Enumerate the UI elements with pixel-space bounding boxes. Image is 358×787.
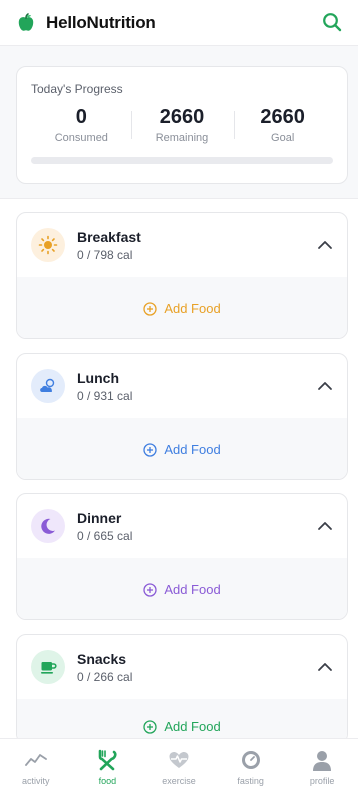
progress-stats: 0 Consumed 2660 Remaining 2660 Goal <box>31 105 333 144</box>
meal-card-lunch: Lunch 0 / 931 cal Add Food <box>16 353 348 480</box>
plus-circle-icon <box>143 719 157 734</box>
meal-calories: 0 / 798 cal <box>77 248 133 262</box>
sun-icon <box>31 228 65 262</box>
nav-food[interactable]: food <box>72 739 144 787</box>
bottom-nav: activity food exercise fasting profile <box>0 738 358 787</box>
meal-card-snacks: Snacks 0 / 266 cal Add Food <box>16 634 348 744</box>
meal-name: Breakfast <box>77 229 141 245</box>
search-icon[interactable] <box>320 10 344 34</box>
stat-goal: 2660 Goal <box>232 105 333 144</box>
meal-header[interactable]: Breakfast 0 / 798 cal <box>17 213 347 277</box>
meal-header[interactable]: Snacks 0 / 266 cal <box>17 635 347 699</box>
nav-label: activity <box>22 776 50 786</box>
utensils-icon <box>96 749 118 771</box>
nav-fasting[interactable]: fasting <box>215 739 287 787</box>
daily-progress-card: Today's Progress 0 Consumed 2660 Remaini… <box>16 66 348 184</box>
nav-label: profile <box>309 776 335 786</box>
add-food-label: Add Food <box>164 582 221 597</box>
meal-name: Snacks <box>77 651 127 667</box>
app-header: HelloNutrition <box>0 0 358 46</box>
meal-calories: 0 / 931 cal <box>77 389 133 403</box>
nav-exercise[interactable]: exercise <box>143 739 215 787</box>
progress-bar <box>31 157 333 164</box>
meal-name: Lunch <box>77 370 119 386</box>
meal-body: Add Food <box>17 277 347 338</box>
plus-circle-icon <box>143 301 157 316</box>
progress-title: Today's Progress <box>31 82 123 96</box>
nav-profile[interactable]: profile <box>286 739 358 787</box>
stat-label: Consumed <box>54 132 108 144</box>
chevron-up-icon[interactable] <box>315 657 335 677</box>
meal-body: Add Food <box>17 418 347 479</box>
stat-divider <box>131 111 132 139</box>
partly-cloudy-icon <box>31 369 65 403</box>
stat-consumed: 0 Consumed <box>31 105 132 144</box>
meal-body: Add Food <box>17 558 347 619</box>
add-food-button[interactable]: Add Food <box>143 442 221 457</box>
user-icon <box>311 749 333 771</box>
stat-value: 0 <box>75 106 87 128</box>
plus-circle-icon <box>143 442 157 457</box>
activity-icon <box>24 749 47 771</box>
chevron-up-icon[interactable] <box>315 376 335 396</box>
add-food-label: Add Food <box>164 301 221 316</box>
plus-circle-icon <box>143 582 157 597</box>
app-title: HelloNutrition <box>46 12 156 32</box>
stat-value: 2660 <box>260 106 305 128</box>
meal-header[interactable]: Lunch 0 / 931 cal <box>17 354 347 418</box>
stat-label: Remaining <box>155 132 209 144</box>
nav-label: fasting <box>237 776 264 786</box>
add-food-button[interactable]: Add Food <box>143 301 221 316</box>
nav-label: exercise <box>162 776 196 786</box>
meal-name: Dinner <box>77 510 122 526</box>
nav-activity[interactable]: activity <box>0 739 72 787</box>
meal-calories: 0 / 665 cal <box>77 529 133 543</box>
stat-label: Goal <box>271 132 295 144</box>
chevron-up-icon[interactable] <box>315 235 335 255</box>
stat-value: 2660 <box>159 106 205 128</box>
heartbeat-icon <box>168 749 190 771</box>
timer-icon <box>240 749 262 771</box>
chevron-up-icon[interactable] <box>315 516 335 536</box>
meal-card-dinner: Dinner 0 / 665 cal Add Food <box>16 493 348 620</box>
stat-remaining: 2660 Remaining <box>132 105 233 144</box>
moon-icon <box>31 509 65 543</box>
meal-header[interactable]: Dinner 0 / 665 cal <box>17 494 347 558</box>
add-food-label: Add Food <box>164 442 221 457</box>
add-food-button[interactable]: Add Food <box>143 582 221 597</box>
meal-calories: 0 / 266 cal <box>77 670 133 684</box>
stat-divider <box>234 111 235 139</box>
nav-label: food <box>98 776 117 786</box>
add-food-button[interactable]: Add Food <box>143 719 221 734</box>
apple-logo-icon <box>15 12 37 34</box>
cup-icon <box>31 650 65 684</box>
meal-card-breakfast: Breakfast 0 / 798 cal Add Food <box>16 212 348 339</box>
add-food-label: Add Food <box>164 719 221 734</box>
